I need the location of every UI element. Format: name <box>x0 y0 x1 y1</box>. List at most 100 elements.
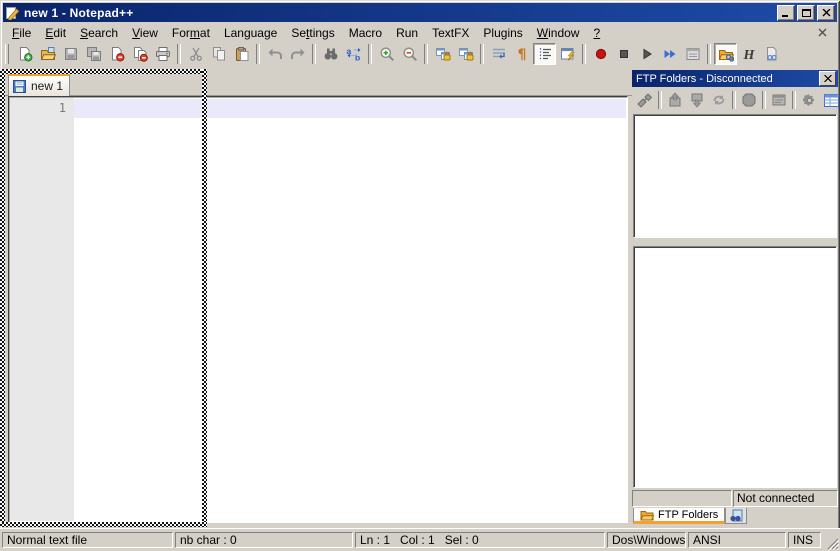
menu-format[interactable]: Format <box>165 25 217 41</box>
ftp-find-results-tab[interactable] <box>725 508 747 524</box>
sync-vertical-scrolling-icon[interactable] <box>431 43 454 65</box>
open-file-icon[interactable] <box>36 43 59 65</box>
resize-grip[interactable] <box>825 536 839 550</box>
toolbar-separator <box>424 44 428 64</box>
menu-macro[interactable]: Macro <box>342 25 389 41</box>
dock-drag-outline-left <box>0 69 5 527</box>
close-document-icon[interactable] <box>818 28 827 37</box>
find-icon[interactable] <box>319 43 342 65</box>
close-file-icon[interactable] <box>105 43 128 65</box>
zoom-out-icon[interactable] <box>398 43 421 65</box>
status-cursor-info: Ln : 1 Col : 1 Sel : 0 <box>355 532 605 548</box>
status-length-info: nb char : 0 <box>175 532 353 548</box>
svg-text:¶: ¶ <box>517 47 526 62</box>
menu-search[interactable]: Search <box>73 25 125 41</box>
folder-icon <box>640 509 654 521</box>
macro-save-icon[interactable] <box>681 43 704 65</box>
toolbar-gripper[interactable] <box>5 44 9 64</box>
document-link-icon[interactable] <box>760 43 783 65</box>
menu-bar: File Edit Search View Format Language Se… <box>5 24 835 41</box>
ftp-files-pane[interactable] <box>633 246 837 488</box>
show-all-characters-icon[interactable]: ¶ <box>510 43 533 65</box>
menu-language[interactable]: Language <box>217 25 284 41</box>
menu-file[interactable]: File <box>5 25 38 41</box>
line-number: 1 <box>59 101 66 115</box>
ftp-folders-tab-label: FTP Folders <box>658 509 718 521</box>
menu-run[interactable]: Run <box>389 25 425 41</box>
paste-icon[interactable] <box>230 43 253 65</box>
ftp-folders-tree-pane[interactable] <box>633 114 837 238</box>
close-button[interactable] <box>817 5 835 21</box>
document-tab-bar: new 1 <box>2 69 632 96</box>
save-all-icon[interactable] <box>82 43 105 65</box>
menu-edit[interactable]: Edit <box>38 25 73 41</box>
word-wrap-icon[interactable] <box>487 43 510 65</box>
line-number-margin[interactable]: 1 <box>10 98 74 521</box>
redo-icon[interactable] <box>286 43 309 65</box>
ftp-status-row: Not connected <box>632 490 838 507</box>
ftp-toolbar-separator <box>732 91 736 109</box>
print-icon[interactable] <box>151 43 174 65</box>
textfx-h-icon[interactable]: H <box>737 43 760 65</box>
menu-settings[interactable]: Settings <box>284 25 341 41</box>
replace-icon[interactable]: ab <box>342 43 365 65</box>
toolbar-separator <box>707 44 711 64</box>
title-bar[interactable]: new 1 - Notepad++ <box>3 3 837 22</box>
ftp-settings-gear-icon[interactable] <box>798 90 820 110</box>
show-indent-guide-icon[interactable] <box>533 43 556 65</box>
ftp-status-cell-empty <box>632 490 732 507</box>
copy-icon[interactable] <box>207 43 230 65</box>
ftp-toolbar <box>632 88 838 112</box>
new-file-icon[interactable] <box>13 43 36 65</box>
ftp-panel-title: FTP Folders - Disconnected <box>636 73 773 85</box>
ftp-show-messages-icon[interactable] <box>768 90 790 110</box>
ftp-bottom-tabs: FTP Folders <box>633 508 838 524</box>
tab-label: new 1 <box>31 79 63 93</box>
undo-icon[interactable] <box>263 43 286 65</box>
ftp-properties-table-icon[interactable] <box>820 90 840 110</box>
ftp-folders-icon[interactable] <box>714 43 737 65</box>
close-all-icon[interactable] <box>128 43 151 65</box>
toolbar-separator <box>256 44 260 64</box>
menu-window[interactable]: Window <box>530 25 587 41</box>
svg-text:H: H <box>742 48 755 62</box>
ftp-panel-title-bar[interactable]: FTP Folders - Disconnected <box>632 70 838 87</box>
editor-pane[interactable]: 1 <box>8 96 628 523</box>
macro-play-icon[interactable] <box>635 43 658 65</box>
menu-plugins[interactable]: Plugins <box>476 25 529 41</box>
menu-textfx[interactable]: TextFX <box>425 25 476 41</box>
ftp-upload-file-icon[interactable] <box>664 90 686 110</box>
ftp-connect-icon[interactable] <box>634 90 656 110</box>
status-bar: Normal text file nb char : 0 Ln : 1 Col … <box>0 528 840 551</box>
menu-view[interactable]: View <box>125 25 165 41</box>
document-tab-new1[interactable]: new 1 <box>8 73 70 96</box>
main-toolbar: ab ¶ H <box>4 42 836 66</box>
cut-icon[interactable] <box>184 43 207 65</box>
ftp-abort-icon[interactable] <box>738 90 760 110</box>
ftp-toolbar-separator <box>762 91 766 109</box>
status-eol-format: Dos\Windows <box>607 532 686 548</box>
current-line-highlight <box>74 99 626 118</box>
ftp-folders-tab[interactable]: FTP Folders <box>633 508 725 524</box>
find-results-icon <box>729 509 743 522</box>
maximize-button[interactable] <box>797 5 815 21</box>
save-file-icon[interactable] <box>59 43 82 65</box>
ftp-download-file-icon[interactable] <box>686 90 708 110</box>
ftp-panel-close-button[interactable] <box>819 71 836 86</box>
status-typing-mode: INS <box>788 532 821 548</box>
menu-help[interactable]: ? <box>586 25 607 41</box>
toolbar-separator <box>177 44 181 64</box>
macro-stop-icon[interactable] <box>612 43 635 65</box>
macro-record-icon[interactable] <box>589 43 612 65</box>
sync-horizontal-scrolling-icon[interactable] <box>454 43 477 65</box>
macro-run-multiple-icon[interactable] <box>658 43 681 65</box>
minimize-button[interactable] <box>777 5 795 21</box>
user-define-dialog-icon[interactable] <box>556 43 579 65</box>
toolbar-separator <box>480 44 484 64</box>
ftp-refresh-icon[interactable] <box>708 90 730 110</box>
notepadpp-window: new 1 - Notepad++ File Edit Search View … <box>0 0 840 551</box>
ftp-connection-status: Not connected <box>733 490 838 507</box>
ftp-folders-panel: FTP Folders - Disconnected Not connected <box>632 70 838 524</box>
window-title: new 1 - Notepad++ <box>24 6 133 20</box>
zoom-in-icon[interactable] <box>375 43 398 65</box>
